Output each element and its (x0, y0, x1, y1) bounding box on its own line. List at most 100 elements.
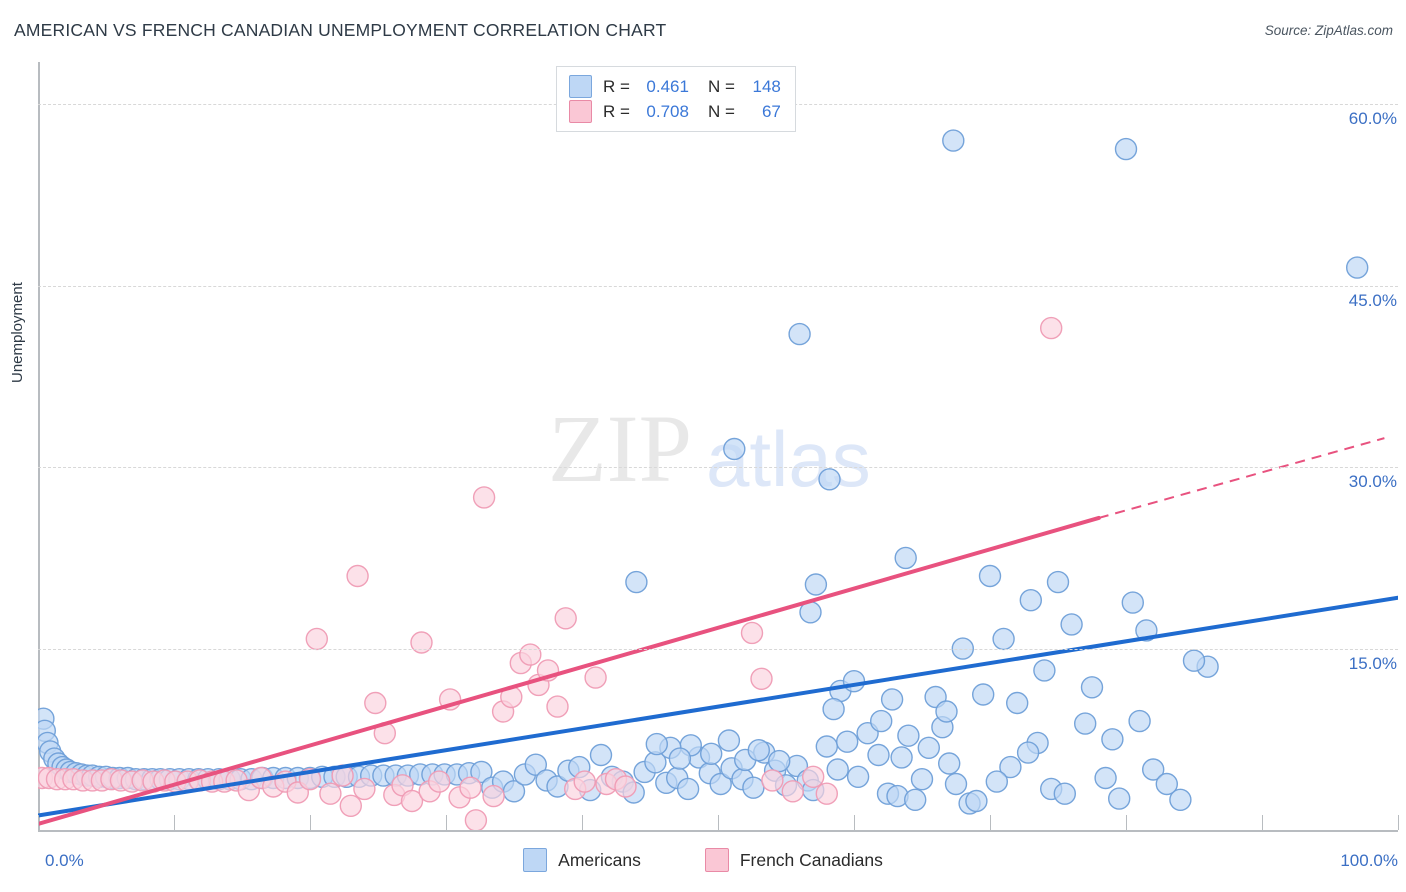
legend-entry-french-canadians[interactable]: French Canadians (704, 848, 883, 872)
data-point (614, 775, 637, 798)
y-tick-label: 15.0% (1348, 653, 1397, 673)
data-point (717, 729, 741, 752)
data-point (747, 739, 770, 762)
data-point (668, 747, 692, 770)
data-point (1016, 741, 1040, 764)
data-point (519, 643, 542, 666)
legend-swatch-french-canadians (569, 100, 592, 123)
data-point (742, 776, 765, 799)
r-value-french-canadians: 0.708 (646, 101, 689, 121)
data-point (904, 788, 927, 811)
data-point (985, 770, 1008, 793)
trendline-extension-french-canadians (1098, 437, 1385, 519)
data-point (589, 743, 613, 767)
data-point (428, 770, 451, 793)
data-point (554, 607, 577, 630)
series-swatch-french-canadians (704, 848, 729, 872)
data-point (740, 621, 764, 645)
data-point (723, 437, 746, 461)
data-point (867, 743, 890, 767)
data-point (978, 564, 1002, 588)
data-point (305, 627, 328, 651)
data-point (972, 683, 995, 706)
data-point (1046, 570, 1070, 594)
data-point (410, 631, 433, 654)
data-point (1121, 591, 1145, 614)
data-point (761, 769, 784, 792)
data-point (676, 777, 700, 801)
data-point (1060, 613, 1083, 636)
x-tick-mark (38, 815, 39, 830)
plot-area (38, 62, 1398, 830)
data-point (894, 546, 917, 570)
data-point (625, 570, 648, 594)
stats-row-french-canadians: R = 0.708 N = 67 (569, 99, 781, 124)
x-tick-mark (446, 815, 447, 830)
legend-entry-americans[interactable]: Americans (523, 848, 641, 872)
scatter-canvas (38, 129, 1398, 830)
data-point (750, 667, 773, 690)
data-point (353, 777, 376, 801)
x-tick-mark (582, 815, 583, 830)
data-point (1345, 256, 1369, 279)
gridline (38, 648, 1398, 650)
data-point (1114, 137, 1138, 161)
data-point (897, 724, 920, 747)
data-point (319, 782, 342, 805)
x-tick-mark (854, 815, 855, 830)
chart-root: AMERICAN VS FRENCH CANADIAN UNEMPLOYMENT… (0, 0, 1406, 892)
data-point (1094, 766, 1117, 790)
stats-row-americans: R = 0.461 N = 148 (569, 74, 781, 99)
data-point (573, 770, 596, 793)
data-point (1053, 782, 1077, 805)
data-point (870, 709, 893, 733)
data-point (464, 809, 488, 830)
data-point (1101, 728, 1124, 751)
data-point (942, 129, 965, 152)
data-point (846, 765, 870, 788)
x-tick-mark (1398, 815, 1399, 830)
data-point (965, 789, 988, 813)
x-tick-mark (1126, 815, 1127, 830)
data-point (1128, 709, 1151, 733)
r-label-french-canadians: R = (603, 101, 630, 121)
data-point (890, 746, 913, 769)
data-point (645, 732, 668, 756)
gridline (38, 467, 1398, 469)
data-point (346, 564, 369, 588)
data-point (339, 794, 362, 817)
r-value-americans: 0.461 (646, 76, 689, 96)
x-tick-mark (990, 815, 991, 830)
series-label-french-canadians: French Canadians (739, 849, 883, 870)
series-points-americans (38, 129, 1369, 815)
data-point (944, 772, 968, 796)
x-tick-mark (718, 815, 719, 830)
data-point (781, 780, 804, 803)
data-point (802, 765, 825, 788)
y-tick-label: 45.0% (1348, 290, 1397, 310)
data-point (1073, 712, 1097, 735)
page-title: AMERICAN VS FRENCH CANADIAN UNEMPLOYMENT… (14, 20, 667, 40)
data-point (472, 486, 496, 509)
data-point (910, 768, 934, 791)
data-point (364, 691, 387, 715)
data-point (815, 782, 838, 805)
series-legend: Americans French Canadians (0, 848, 1406, 872)
n-value-americans: 148 (752, 76, 781, 96)
n-label-americans: N = (707, 76, 735, 96)
series-swatch-americans (523, 848, 548, 872)
y-axis-title: Unemployment (9, 282, 26, 383)
data-point (768, 749, 791, 773)
correlation-stats-legend: R = 0.461 N = 148 R = 0.708 N = 67 (556, 66, 796, 132)
data-point (700, 742, 723, 765)
data-point (880, 688, 904, 711)
data-point (836, 730, 859, 753)
x-tick-mark (174, 815, 175, 830)
data-point (822, 697, 845, 721)
n-value-french-canadians: 67 (761, 101, 781, 121)
legend-swatch-americans (569, 75, 592, 98)
data-point (992, 627, 1015, 651)
r-label-americans: R = (603, 76, 630, 96)
data-point (1107, 787, 1131, 810)
data-point (1006, 691, 1029, 715)
